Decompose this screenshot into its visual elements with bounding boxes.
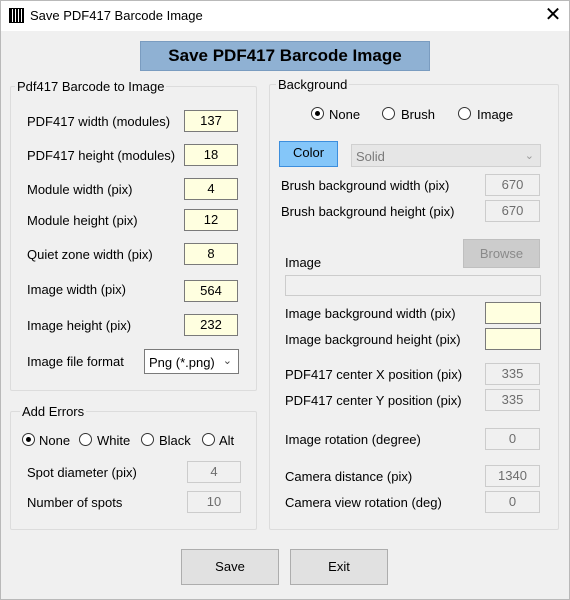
background-none-label: None — [329, 107, 361, 122]
chevron-down-icon: ⌄ — [222, 355, 232, 367]
header-banner: Save PDF417 Barcode Image — [140, 41, 430, 71]
exit-button[interactable]: Exit — [290, 549, 388, 585]
close-icon[interactable]: ✕ — [540, 3, 566, 27]
center-x-label: PDF417 center X position (pix) — [285, 367, 463, 382]
errors-none-label: None — [39, 433, 71, 448]
pdf417-height-input[interactable]: 18 — [184, 144, 238, 166]
errors-white-label: White — [97, 433, 131, 448]
number-of-spots-label: Number of spots — [27, 495, 123, 510]
image-height-input[interactable]: 232 — [184, 314, 238, 336]
browse-button[interactable]: Browse — [463, 239, 540, 268]
quiet-zone-input[interactable]: 8 — [184, 243, 238, 265]
file-format-label: Image file format — [27, 354, 124, 369]
barcode-icon — [9, 8, 24, 23]
errors-alt-radio[interactable] — [202, 433, 215, 446]
brush-width-label: Brush background width (pix) — [281, 178, 450, 193]
pdf417-width-input[interactable]: 137 — [184, 110, 238, 132]
background-image-label: Image — [477, 107, 514, 122]
image-bg-height-label: Image background height (pix) — [285, 332, 461, 347]
image-bg-width-input[interactable] — [485, 302, 541, 324]
camera-rotation-label: Camera view rotation (deg) — [285, 495, 442, 510]
center-y-label: PDF417 center Y position (pix) — [285, 393, 462, 408]
errors-alt-label: Alt — [219, 433, 235, 448]
image-bg-height-input[interactable] — [485, 328, 541, 350]
background-brush-label: Brush — [401, 107, 435, 122]
quiet-zone-label: Quiet zone width (pix) — [27, 247, 153, 262]
image-height-label: Image height (pix) — [27, 318, 132, 333]
file-format-value: Png (*.png) — [149, 355, 215, 370]
add-errors-legend: Add Errors — [20, 404, 87, 419]
errors-black-label: Black — [159, 433, 191, 448]
image-path-input[interactable] — [285, 275, 541, 296]
center-x-input[interactable]: 335 — [485, 363, 540, 385]
image-width-label: Image width (pix) — [27, 282, 126, 297]
rotation-input[interactable]: 0 — [485, 428, 540, 450]
errors-white-radio[interactable] — [79, 433, 92, 446]
center-y-input[interactable]: 335 — [485, 389, 540, 411]
module-height-label: Module height (pix) — [27, 213, 138, 228]
spot-diameter-label: Spot diameter (pix) — [27, 465, 137, 480]
background-image-radio[interactable] — [458, 107, 471, 120]
chevron-down-icon: ⌄ — [524, 150, 534, 162]
image-label: Image — [285, 255, 322, 270]
brush-height-label: Brush background height (pix) — [281, 204, 455, 219]
camera-rotation-input[interactable]: 0 — [485, 491, 540, 513]
background-none-radio[interactable] — [311, 107, 324, 120]
window-title: Save PDF417 Barcode Image — [30, 8, 203, 23]
image-width-input[interactable]: 564 — [184, 280, 238, 302]
errors-black-radio[interactable] — [141, 433, 154, 446]
save-button[interactable]: Save — [181, 549, 279, 585]
pdf417-width-label: PDF417 width (modules) — [27, 114, 171, 129]
errors-none-radio[interactable] — [22, 433, 35, 446]
number-of-spots-input[interactable]: 10 — [187, 491, 241, 513]
pdf417-height-label: PDF417 height (modules) — [27, 148, 176, 163]
module-width-input[interactable]: 4 — [184, 178, 238, 200]
background-legend: Background — [276, 77, 350, 92]
brush-width-input[interactable]: 670 — [485, 174, 540, 196]
image-bg-width-label: Image background width (pix) — [285, 306, 456, 321]
brush-style-value: Solid — [356, 149, 385, 164]
file-format-select[interactable]: Png (*.png) ⌄ — [144, 349, 239, 374]
color-button[interactable]: Color — [279, 141, 338, 167]
rotation-label: Image rotation (degree) — [285, 432, 421, 447]
camera-distance-input[interactable]: 1340 — [485, 465, 540, 487]
brush-height-input[interactable]: 670 — [485, 200, 540, 222]
spot-diameter-input[interactable]: 4 — [187, 461, 241, 483]
camera-distance-label: Camera distance (pix) — [285, 469, 413, 484]
barcode-group-legend: Pdf417 Barcode to Image — [15, 79, 167, 94]
background-brush-radio[interactable] — [382, 107, 395, 120]
module-height-input[interactable]: 12 — [184, 209, 238, 231]
module-width-label: Module width (pix) — [27, 182, 133, 197]
brush-style-select[interactable]: Solid ⌄ — [351, 144, 541, 167]
